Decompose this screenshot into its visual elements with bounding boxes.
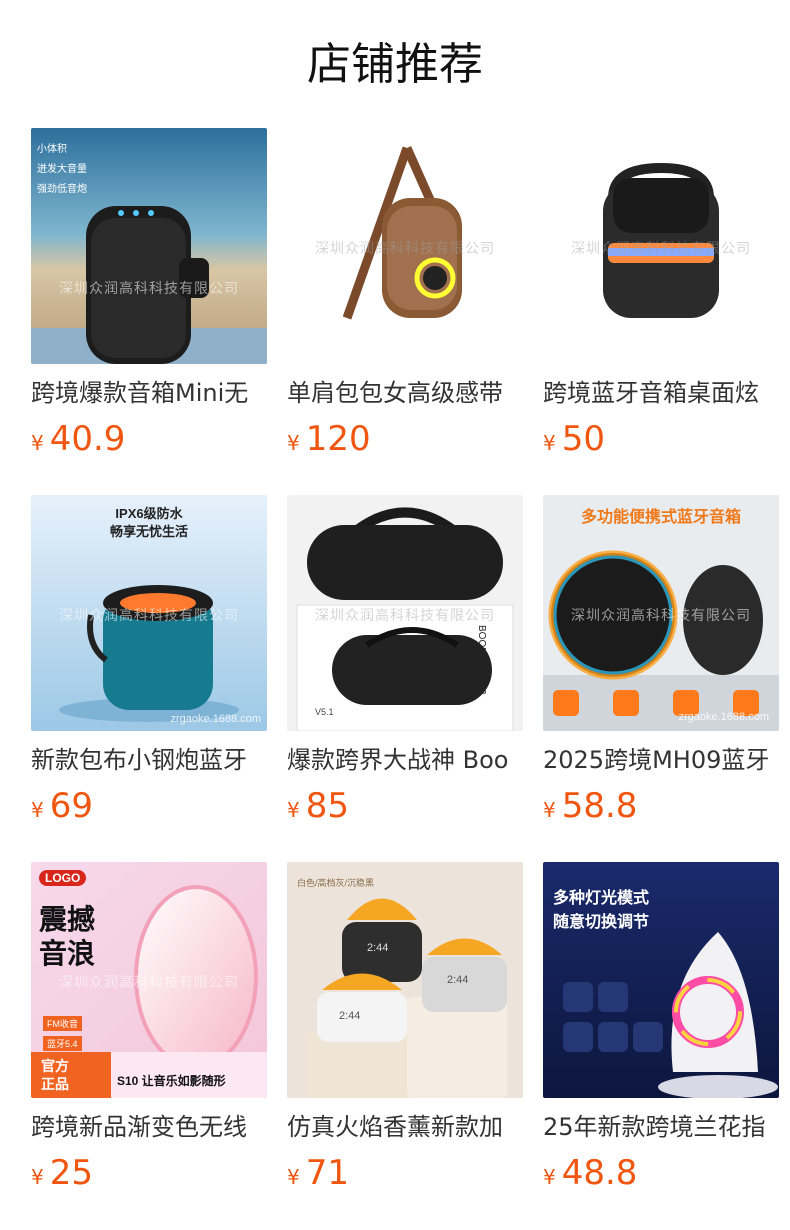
image-caption-2: 音浪 (39, 938, 96, 969)
image-watermark: 深圳众润高科科技有限公司 (571, 241, 751, 257)
page-title: 店铺推荐 (307, 39, 483, 90)
image-site-watermark: zrgaoke.1688.com (170, 713, 262, 725)
product-image[interactable]: 小体积 迸发大音量 强劲低音炮 深圳众润高科科技有限公司 (31, 128, 267, 364)
box-version: V5.1 (315, 707, 334, 717)
feature-badge-fm: FM收音 (43, 1016, 82, 1031)
product-card[interactable]: 深圳众润高科科技有限公司 单肩包包女高级感带 ¥120 (287, 128, 523, 495)
image-caption-2: 随意切换调节 (553, 914, 650, 931)
image-watermark: 深圳众润高科科技有限公司 (59, 608, 239, 624)
product-image[interactable]: 多种灯光模式 随意切换调节 (543, 862, 779, 1098)
image-watermark: 深圳众润高科科技有限公司 (571, 608, 751, 624)
currency-symbol: ¥ (287, 798, 300, 822)
price-value: 120 (305, 419, 371, 459)
product-image[interactable]: 深圳众润高科科技有限公司 (543, 128, 779, 364)
price-value: 71 (305, 1153, 349, 1193)
image-caption-2: 畅享无忧生活 (109, 524, 188, 539)
product-image[interactable]: IPX6级防水 畅享无忧生活 深圳众润高科科技有限公司 zrgaoke.1688… (31, 495, 267, 731)
product-card[interactable]: 白色/高档灰/沉稳黑 2:44 2:44 2:44 仿真火焰香薰新款加 ¥71 (287, 862, 523, 1229)
product-image[interactable]: LOGO 震撼 音浪 FM收音 蓝牙5.4 官方 正品 S10 让音乐如影随形 … (31, 862, 267, 1098)
image-caption-1: 白色/高档灰/沉稳黑 (297, 878, 375, 888)
currency-symbol: ¥ (543, 798, 556, 822)
product-price: ¥40.9 (31, 418, 267, 460)
price-value: 50 (561, 419, 605, 459)
product-price: ¥58.8 (543, 785, 779, 827)
box-label: BOOMS BOX 3 (476, 625, 487, 695)
currency-symbol: ¥ (287, 1165, 300, 1189)
product-price: ¥25 (31, 1152, 267, 1194)
product-card[interactable]: 深圳众润高科科技有限公司 跨境蓝牙音箱桌面炫 ¥50 (543, 128, 779, 495)
price-value: 25 (49, 1153, 93, 1193)
price-value: 69 (49, 786, 93, 826)
product-grid: 小体积 迸发大音量 强劲低音炮 深圳众润高科科技有限公司 跨境爆款音箱Mini无… (31, 128, 779, 1229)
currency-symbol: ¥ (543, 431, 556, 455)
currency-symbol: ¥ (31, 431, 44, 455)
product-image[interactable]: 深圳众润高科科技有限公司 (287, 128, 523, 364)
image-watermark: 深圳众润高科科技有限公司 (59, 975, 239, 991)
currency-symbol: ¥ (287, 431, 300, 455)
image-caption-1: 多功能便携式蓝牙音箱 (580, 509, 741, 526)
image-watermark: 深圳众润高科科技有限公司 (315, 241, 495, 257)
currency-symbol: ¥ (543, 1165, 556, 1189)
currency-symbol: ¥ (31, 798, 44, 822)
price-value: 58.8 (561, 786, 638, 826)
store-recommendations-page: 店铺推荐 小体积 迸发大音量 强劲低音炮 深圳众润高科科技有限公司 跨境爆款音箱… (0, 0, 790, 1230)
product-card[interactable]: LOGO 震撼 音浪 FM收音 蓝牙5.4 官方 正品 S10 让音乐如影随形 … (31, 862, 267, 1229)
image-watermark: 深圳众润高科科技有限公司 (59, 281, 239, 297)
product-card[interactable]: 小体积 迸发大音量 强劲低音炮 深圳众润高科科技有限公司 跨境爆款音箱Mini无… (31, 128, 267, 495)
image-caption-2: 迸发大音量 (37, 164, 87, 175)
logo-badge: LOGO (39, 870, 87, 886)
image-caption-1: IPX6级防水 (115, 506, 183, 521)
image-watermark: 深圳众润高科科技有限公司 (315, 608, 495, 624)
image-caption-3: 强劲低音炮 (37, 184, 87, 195)
product-card[interactable]: 多功能便携式蓝牙音箱 深圳众润高科科技有限公司 zrgaoke.1688.com… (543, 495, 779, 862)
product-price: ¥85 (287, 785, 523, 827)
product-image[interactable]: 多功能便携式蓝牙音箱 深圳众润高科科技有限公司 zrgaoke.1688.com (543, 495, 779, 731)
product-image[interactable]: 白色/高档灰/沉稳黑 2:44 2:44 2:44 (287, 862, 523, 1098)
price-value: 40.9 (49, 419, 126, 459)
image-clock-3: 2:44 (339, 1010, 361, 1022)
product-card[interactable]: BOOMS BOX 3 V5.1 深圳众润高科科技有限公司 爆款跨界大战神 Bo… (287, 495, 523, 862)
product-price: ¥120 (287, 418, 523, 460)
product-name[interactable]: 跨境新品渐变色无线 (31, 1110, 267, 1144)
product-name[interactable]: 跨境爆款音箱Mini无 (31, 376, 267, 410)
product-price: ¥71 (287, 1152, 523, 1194)
product-card[interactable]: IPX6级防水 畅享无忧生活 深圳众润高科科技有限公司 zrgaoke.1688… (31, 495, 267, 862)
image-slogan: S10 让音乐如影随形 (117, 1074, 226, 1088)
price-value: 85 (305, 786, 349, 826)
product-name[interactable]: 新款包布小钢炮蓝牙 (31, 743, 267, 777)
image-caption-1: 多种灯光模式 (553, 890, 650, 907)
official-badge-1: 官方 (41, 1058, 69, 1074)
product-name[interactable]: 25年新款跨境兰花指 (543, 1110, 779, 1144)
official-badge-2: 正品 (41, 1076, 69, 1092)
product-image[interactable]: BOOMS BOX 3 V5.1 深圳众润高科科技有限公司 (287, 495, 523, 731)
product-name[interactable]: 单肩包包女高级感带 (287, 376, 523, 410)
product-name[interactable]: 仿真火焰香薰新款加 (287, 1110, 523, 1144)
product-card[interactable]: 多种灯光模式 随意切换调节 25年新款跨境兰花指 ¥48.8 (543, 862, 779, 1229)
currency-symbol: ¥ (31, 1165, 44, 1189)
product-price: ¥48.8 (543, 1152, 779, 1194)
product-name[interactable]: 2025跨境MH09蓝牙 (543, 743, 779, 777)
feature-badge-bt: 蓝牙5.4 (43, 1036, 82, 1051)
price-value: 48.8 (561, 1153, 638, 1193)
image-site-watermark: zrgaoke.1688.com (678, 711, 770, 723)
product-name[interactable]: 跨境蓝牙音箱桌面炫 (543, 376, 779, 410)
image-caption-1: 小体积 (37, 144, 67, 155)
image-clock-2: 2:44 (447, 974, 469, 986)
product-price: ¥50 (543, 418, 779, 460)
product-price: ¥69 (31, 785, 267, 827)
product-name[interactable]: 爆款跨界大战神 Boo (287, 743, 523, 777)
image-clock-1: 2:44 (367, 942, 389, 954)
